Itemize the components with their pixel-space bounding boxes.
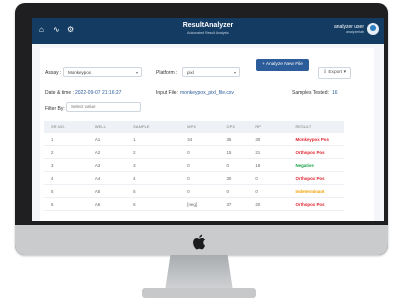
filter-input[interactable] [66, 102, 141, 112]
cell-mpx: [neg] [187, 201, 198, 207]
chevron-down-icon: ▾ [343, 70, 346, 75]
cell-srno: 2 [51, 149, 54, 155]
cell-result: Negative [295, 162, 314, 168]
header-opx: OPX [226, 125, 236, 129]
cell-mpx: 0 [187, 162, 190, 168]
cell-well: A3 [94, 162, 101, 168]
table-header: SR.NO. WELL SAMPLE MPX OPX RP RESULT [44, 121, 344, 133]
cell-mpx: 0 [187, 188, 190, 194]
cell-opx: 35 [226, 136, 232, 142]
cell-sample: 4 [133, 175, 136, 181]
platform-label: Platform : [156, 70, 178, 76]
cell-rp: 20 [255, 201, 261, 207]
export-label: Export [328, 70, 343, 75]
platform-select[interactable]: pixl ▾ [182, 67, 240, 77]
cell-well: A1 [94, 136, 101, 142]
filter-label: Filter By: [45, 106, 65, 112]
cell-mpx: 0 [187, 175, 190, 181]
cell-srno: 6 [51, 201, 54, 207]
app-title: ResultAnalyzer [182, 22, 234, 29]
table-row[interactable]: 2 A2 2 0 15 21 Orthopox Pos [44, 146, 344, 159]
cell-rp: 30 [255, 136, 261, 142]
table-row[interactable]: 1 A1 1 34 35 30 Monkeypox Pos [44, 133, 344, 146]
cell-result: Orthopox Pos [295, 201, 325, 207]
cell-srno: 3 [51, 162, 54, 168]
cell-result: Indeterminant [295, 188, 325, 194]
assay-select[interactable]: Monkeypox ▾ [63, 67, 142, 77]
cell-opx: 0 [226, 188, 229, 194]
cell-rp: 0 [255, 188, 258, 194]
header-mpx: MPX [187, 125, 197, 129]
user-info[interactable]: analyzer user analyzerlab [334, 24, 364, 34]
cell-sample: 2 [133, 149, 136, 155]
chevron-down-icon: ▾ [135, 70, 138, 75]
cell-srno: 1 [51, 136, 54, 142]
assay-label: Assay : [45, 70, 62, 76]
cell-sample: 5 [133, 188, 136, 194]
table-row[interactable]: 3 A3 3 0 0 18 Negative [44, 159, 344, 172]
results-table: SR.NO. WELL SAMPLE MPX OPX RP RESULT 1 A… [44, 121, 344, 211]
cell-srno: 4 [51, 175, 54, 181]
samples-tested-value: 16 [332, 90, 338, 96]
cell-well: A2 [94, 149, 101, 155]
cell-rp: 0 [255, 175, 258, 181]
assay-value: Monkeypox [68, 70, 92, 75]
cell-opx: 30 [226, 175, 232, 181]
export-icon: ⇩ [322, 70, 328, 75]
platform-value: pixl [187, 70, 194, 75]
cell-well: A5 [94, 188, 101, 194]
app-subtitle: Automated Result Analysis [187, 31, 229, 35]
date-label: Date & time : [45, 90, 74, 96]
header-srno: SR.NO. [51, 125, 66, 129]
cell-sample: 6 [133, 201, 136, 207]
cell-sample: 1 [133, 136, 136, 142]
cell-result: Orthopox Pos [295, 175, 325, 181]
monitor-stand-base [142, 288, 256, 298]
cell-result: Orthopox Pos [295, 149, 325, 155]
cell-opx: 37 [226, 201, 232, 207]
monitor-stand [165, 255, 233, 291]
cell-rp: 21 [255, 149, 261, 155]
cell-rp: 18 [255, 162, 261, 168]
table-row[interactable]: 6 A6 6 [neg] 37 20 Orthopox Pos [44, 198, 344, 211]
export-button[interactable]: ⇩ Export ▾ [318, 67, 351, 79]
cell-opx: 15 [226, 149, 232, 155]
cell-well: A6 [94, 201, 101, 207]
cell-result: Monkeypox Pos [295, 136, 329, 142]
header-result: RESULT [295, 125, 312, 129]
user-role: analyzerlab [346, 30, 364, 34]
header-sample: SAMPLE [133, 125, 150, 129]
avatar[interactable] [367, 23, 379, 35]
apple-logo-icon [193, 234, 205, 250]
cell-srno: 5 [51, 188, 54, 194]
analyze-new-file-button[interactable]: + Analyze New File [256, 59, 309, 71]
cell-sample: 3 [133, 162, 136, 168]
input-file-label: Input File: [156, 90, 178, 96]
cell-mpx: 34 [187, 136, 193, 142]
samples-tested-label: Samples Tested: [292, 90, 329, 96]
header-well: WELL [94, 125, 106, 129]
table-row[interactable]: 4 A4 4 0 30 0 Orthopox Pos [44, 172, 344, 185]
table-row[interactable]: 5 A5 5 0 0 0 Indeterminant [44, 185, 344, 198]
cell-well: A4 [94, 175, 101, 181]
cell-mpx: 0 [187, 149, 190, 155]
input-file-value[interactable]: monkeypox_pixl_file.csv [180, 90, 234, 96]
header-rp: RP [255, 125, 262, 129]
cell-opx: 0 [226, 162, 229, 168]
chevron-down-icon: ▾ [233, 70, 236, 75]
date-value: 2022-09-07 21:16:27 [75, 90, 122, 96]
app-header: ⌂ ∿ ⚙ ResultAnalyzer Automated Result An… [32, 18, 384, 44]
